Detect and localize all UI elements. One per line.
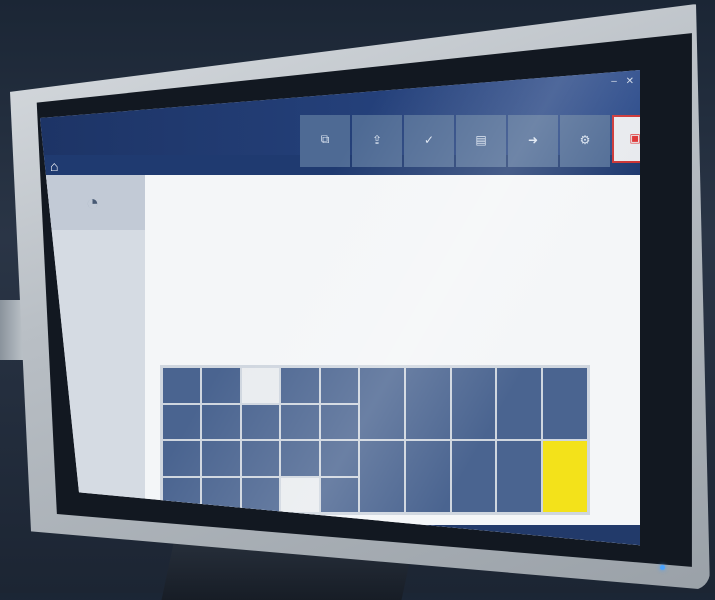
app-window: – ✕ ⌂ ⧉ ⇪ ✓ ▤ ➜ ⚙ ▣ ◔: [40, 70, 640, 546]
toolbar-button-upload[interactable]: ⇪: [352, 115, 402, 167]
magazine-slot[interactable]: [241, 368, 280, 403]
magazine-slot[interactable]: [202, 368, 240, 403]
magazine-slot[interactable]: [281, 477, 319, 512]
magazine-slot[interactable]: [241, 404, 280, 439]
magazine-slot[interactable]: [320, 441, 358, 476]
toolbar: ⧉ ⇪ ✓ ▤ ➜ ⚙ ▣: [300, 115, 640, 167]
magazine-slot[interactable]: [451, 441, 496, 512]
magazine-slot[interactable]: [360, 368, 404, 439]
check-icon: ✓: [423, 132, 435, 147]
upload-icon: ⇪: [371, 132, 383, 147]
magazine-slot[interactable]: [163, 441, 201, 476]
magazine-slot[interactable]: [497, 368, 542, 439]
magazine-slot[interactable]: [451, 368, 496, 439]
tool-magazine: [160, 365, 590, 515]
small-slot-grid: [163, 368, 358, 512]
magazine-slot[interactable]: [163, 404, 201, 439]
large-slot-grid: [360, 368, 587, 512]
magazine-slot[interactable]: [163, 368, 201, 403]
toolbar-button-check[interactable]: ✓: [404, 115, 454, 167]
main-panel: [145, 175, 640, 546]
copy-icon: ⧉: [320, 132, 330, 146]
magazine-slot[interactable]: [241, 441, 280, 476]
magazine-slot[interactable]: [543, 368, 587, 439]
magazine-slot[interactable]: [497, 441, 542, 512]
magazine-slot[interactable]: [405, 441, 450, 512]
magazine-slot[interactable]: [202, 404, 240, 439]
magazine-slot[interactable]: [405, 368, 450, 439]
magazine-slot[interactable]: [360, 441, 404, 512]
document-icon: ▤: [475, 132, 487, 147]
magazine-slot[interactable]: [202, 441, 240, 476]
power-led-icon: [660, 565, 665, 570]
magazine-slot[interactable]: [281, 368, 319, 403]
toolbar-button-arrow[interactable]: ➜: [508, 115, 558, 167]
magazine-slot[interactable]: [241, 477, 280, 512]
minimize-button[interactable]: –: [611, 76, 617, 87]
tool-status-icon: ◔: [40, 175, 145, 230]
magazine-slot[interactable]: [281, 404, 319, 439]
close-button[interactable]: ✕: [626, 76, 634, 87]
magazine-slot[interactable]: [320, 477, 358, 512]
magazine-slot[interactable]: [281, 441, 319, 476]
toolbar-button-copy[interactable]: ⧉: [300, 115, 350, 167]
exit-icon: ▣: [629, 130, 640, 145]
toolbar-button-gear[interactable]: ⚙: [560, 115, 610, 167]
window-controls: – ✕: [605, 76, 634, 87]
magazine-slot[interactable]: [320, 368, 358, 403]
arrow-icon: ➜: [527, 132, 539, 147]
screen: – ✕ ⌂ ⧉ ⇪ ✓ ▤ ➜ ⚙ ▣ ◔: [40, 70, 640, 546]
magazine-slot-selected[interactable]: [543, 441, 587, 512]
toolbar-button-exit[interactable]: ▣: [612, 115, 640, 163]
gear-icon: ⚙: [579, 132, 591, 147]
magazine-slot[interactable]: [320, 404, 358, 439]
toolbar-button-document[interactable]: ▤: [456, 115, 506, 167]
